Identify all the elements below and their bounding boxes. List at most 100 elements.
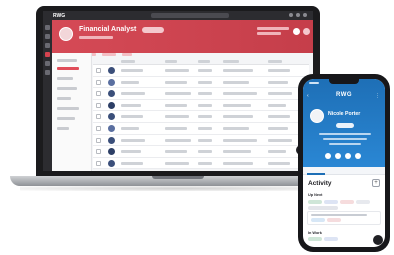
header-more-button[interactable]: [303, 28, 310, 35]
section-heading: In Work: [308, 231, 322, 235]
laptop-screen: RWG Financial Analyst: [43, 11, 313, 171]
job-header: Financial Analyst: [52, 20, 313, 56]
avatar: [108, 67, 115, 74]
column-header[interactable]: [268, 60, 282, 63]
table-row[interactable]: [93, 111, 309, 123]
avatar: [108, 148, 115, 156]
filter-item[interactable]: [57, 97, 71, 100]
job-subtitle: [79, 36, 113, 39]
app-brand: RWG: [53, 12, 66, 19]
row-checkbox[interactable]: [96, 68, 101, 73]
avatar: [108, 136, 115, 144]
calendar-icon[interactable]: [355, 153, 361, 159]
table-row[interactable]: [93, 65, 309, 77]
activity-chip[interactable]: [324, 237, 338, 241]
row-checkbox[interactable]: [96, 137, 101, 143]
table-row[interactable]: [93, 88, 309, 100]
row-checkbox[interactable]: [96, 125, 101, 131]
floating-action-button[interactable]: [373, 235, 383, 245]
search-input[interactable]: [151, 13, 229, 18]
row-checkbox[interactable]: [96, 114, 101, 120]
nav-search-icon[interactable]: [45, 34, 50, 39]
table-header: [93, 57, 309, 65]
filter-sidebar: [52, 53, 92, 171]
activity-card[interactable]: [307, 211, 381, 225]
profile-tabs: [303, 167, 385, 175]
filter-item[interactable]: [57, 59, 77, 62]
profile-detail-line: [323, 138, 367, 140]
table-row[interactable]: [93, 157, 309, 170]
candidate-name: Nicole Porter: [328, 111, 361, 117]
avatar: [108, 90, 115, 98]
add-activity-button[interactable]: +: [372, 179, 380, 187]
help-icon[interactable]: [296, 13, 300, 17]
table-row[interactable]: [93, 99, 309, 112]
activity-chip[interactable]: [340, 200, 354, 204]
activity-chip[interactable]: [324, 200, 338, 204]
row-checkbox[interactable]: [96, 79, 101, 85]
notifications-icon[interactable]: [289, 13, 293, 17]
tab-active-indicator[interactable]: [307, 173, 325, 175]
avatar: [108, 124, 115, 132]
profile-detail-line: [319, 133, 371, 135]
row-checkbox[interactable]: [96, 91, 101, 97]
status-bar-time: [309, 82, 319, 84]
row-checkbox[interactable]: [96, 149, 101, 155]
filter-item[interactable]: [57, 117, 75, 120]
job-title: Financial Analyst: [79, 26, 137, 33]
nav-settings-icon[interactable]: [45, 70, 50, 75]
app-topbar: RWG: [43, 11, 313, 20]
column-header[interactable]: [121, 60, 135, 63]
filter-item[interactable]: [57, 87, 77, 90]
filter-item[interactable]: [57, 107, 79, 110]
activity-heading: Activity: [308, 180, 332, 187]
table-row[interactable]: [93, 146, 309, 158]
phone-screen: ‹ RWG ⋮ Nicole Porter Activity + Up Next…: [303, 79, 385, 247]
user-avatar-icon[interactable]: [303, 13, 307, 17]
candidate-table: [93, 57, 309, 170]
activity-chip[interactable]: [308, 237, 322, 241]
filter-item-selected[interactable]: [57, 67, 79, 70]
header-action-button[interactable]: [293, 28, 300, 35]
email-icon[interactable]: [335, 153, 341, 159]
activity-chip[interactable]: [308, 200, 322, 204]
laptop-notch: [152, 176, 204, 179]
avatar: [108, 113, 115, 121]
more-icon[interactable]: ⋮: [375, 93, 380, 99]
activity-chip[interactable]: [356, 200, 370, 204]
nav-home-icon[interactable]: [45, 25, 50, 30]
filter-item[interactable]: [57, 77, 73, 80]
call-icon[interactable]: [325, 153, 331, 159]
avatar: [108, 159, 115, 167]
phone-notch: [329, 79, 359, 84]
row-checkbox[interactable]: [96, 102, 101, 108]
nav-reports-icon[interactable]: [45, 61, 50, 66]
table-row[interactable]: [93, 134, 309, 147]
status-badge: [142, 27, 164, 33]
activity-meta: [308, 206, 338, 210]
avatar: [108, 78, 115, 86]
quick-actions: [325, 153, 361, 159]
message-icon[interactable]: [345, 153, 351, 159]
tab[interactable]: [122, 53, 132, 56]
laptop-shadow: [20, 186, 336, 191]
status-badge: [336, 123, 354, 128]
tab[interactable]: [102, 53, 116, 56]
filter-item[interactable]: [57, 127, 69, 130]
nav-people-icon[interactable]: [45, 43, 50, 48]
phone-brand: RWG: [335, 92, 353, 98]
row-checkbox[interactable]: [96, 160, 101, 166]
table-row[interactable]: [93, 76, 309, 89]
section-heading: Up Next: [308, 193, 323, 197]
table-row[interactable]: [93, 122, 309, 135]
column-header[interactable]: [165, 60, 177, 63]
column-header[interactable]: [223, 60, 239, 63]
job-avatar: [59, 27, 73, 41]
avatar: [108, 101, 115, 109]
job-meta: [257, 27, 289, 30]
left-nav-rail: [43, 20, 52, 171]
nav-jobs-icon[interactable]: [45, 52, 50, 57]
topbar-icons: [289, 13, 307, 17]
profile-header: ‹ RWG ⋮ Nicole Porter: [303, 79, 385, 167]
column-header[interactable]: [198, 60, 210, 63]
